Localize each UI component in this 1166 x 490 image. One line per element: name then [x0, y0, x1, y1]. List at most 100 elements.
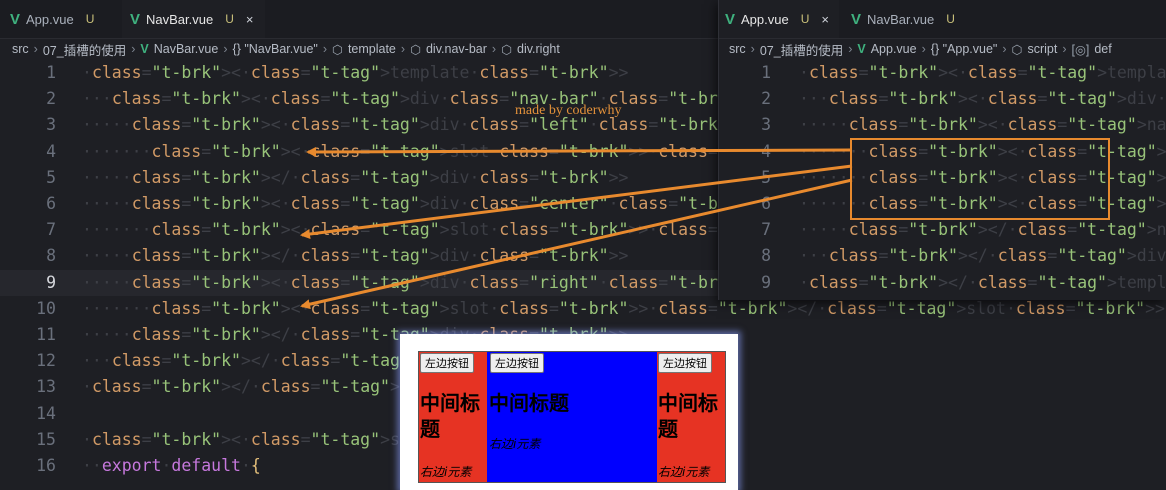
line-number: 14	[36, 403, 56, 423]
line-number: 11	[36, 325, 56, 344]
nav-right: 左边按钮 中间标题 右边i元素	[657, 352, 725, 482]
breadcrumb-item[interactable]: NavBar.vue	[154, 42, 219, 56]
browser-preview: 左边按钮 中间标题 右边i元素 左边按钮 中间标题 右边i元素 左边按钮 中间标…	[400, 334, 738, 490]
code-text: ·····class="t-brk"><·class="t-tag">nav-b…	[799, 115, 1166, 135]
breadcrumb-item[interactable]: template	[348, 42, 396, 56]
code-text: ·····class="t-brk"><·class="t-tag">div·c…	[82, 115, 748, 135]
left-button[interactable]: 左边按钮	[420, 353, 474, 373]
chevron-right-icon: ›	[223, 42, 228, 56]
code-text: ·class="t-brk"></·class="t-tag">template…	[799, 272, 1166, 292]
line-number: 6	[761, 194, 771, 213]
line-number: 10	[36, 298, 56, 318]
breadcrumb-item[interactable]: 07_插槽的使用	[43, 40, 126, 59]
chevron-right-icon: ›	[848, 42, 853, 56]
nav-center: 左边按钮 中间标题 右边i元素	[487, 352, 657, 482]
vue-logo-icon: V	[851, 10, 862, 28]
tab-label: NavBar.vue	[867, 11, 935, 27]
braces-icon: [◎]	[1071, 42, 1090, 57]
code-text: ··export·default·{	[82, 456, 261, 475]
tab-label: App.vue	[741, 11, 789, 27]
vue-logo-icon: V	[857, 42, 866, 56]
code-text: ···class="t-brk"></·class="t-tag">div·cl…	[799, 246, 1166, 266]
watermark-text: made by coderwhy	[515, 103, 622, 118]
chevron-right-icon: ›	[491, 42, 497, 56]
center-title: 中间标题	[420, 391, 480, 441]
center-title: 中间标题	[658, 391, 718, 441]
vue-logo-icon: V	[140, 42, 149, 56]
line-number: 1	[46, 63, 56, 82]
tab-navbar-vue[interactable]: V NavBar.vue U ×	[122, 0, 266, 38]
line-number: 15	[36, 429, 56, 449]
cube-icon: ⬡	[501, 42, 512, 57]
right-italic: 右边i元素	[658, 465, 710, 479]
code-line[interactable]: 8 ···class="t-brk"></·class="t-tag">div·c…	[719, 243, 1166, 269]
code-text: ·····class="t-brk"></·class="t-tag">div·…	[82, 167, 629, 187]
line-number: 8	[761, 246, 771, 266]
tab-navbar-vue[interactable]: V NavBar.vue U	[851, 0, 955, 38]
code-line[interactable]: 7 ·····class="t-brk"></·class="t-tag">nav…	[719, 217, 1166, 243]
line-number: 2	[761, 89, 771, 109]
untracked-badge: U	[225, 12, 234, 26]
code-text: ·····class="t-brk"></·class="t-tag">div·…	[82, 246, 629, 266]
breadcrumb-item[interactable]: script	[1027, 42, 1057, 56]
line-number: 5	[46, 167, 56, 187]
chevron-right-icon: ›	[1002, 42, 1007, 56]
line-number: 6	[46, 194, 56, 213]
breadcrumb-item[interactable]: App.vue	[871, 42, 917, 56]
cube-icon: ⬡	[410, 42, 421, 57]
breadcrumb-item[interactable]: def	[1094, 42, 1111, 56]
tab-bar: V App.vue U × V NavBar.vue U	[719, 0, 1166, 39]
code-line[interactable]: 9 ·class="t-brk"></·class="t-tag">templat…	[719, 270, 1166, 296]
tab-label: App.vue	[26, 11, 74, 27]
line-number: 5	[761, 167, 771, 187]
line-number: 2	[46, 89, 56, 109]
chevron-right-icon: ›	[322, 42, 328, 56]
tab-app-vue[interactable]: V App.vue U	[10, 0, 94, 38]
left-button[interactable]: 左边按钮	[490, 353, 544, 373]
code-text: ···class="t-brk"><·class="t-tag">div·cla…	[82, 89, 758, 109]
vue-logo-icon: V	[130, 10, 141, 28]
line-number: 13	[36, 377, 56, 397]
code-text: ···class="t-brk"><·class="t-tag">div·cla…	[799, 89, 1166, 109]
breadcrumb-item[interactable]: src	[729, 42, 746, 56]
breadcrumb: src › 07_插槽的使用 › V App.vue › {} "App.vue…	[719, 38, 1166, 60]
cube-icon: ⬡	[1011, 42, 1023, 57]
line-number: 7	[46, 220, 56, 240]
untracked-badge: U	[800, 12, 810, 26]
breadcrumb-item[interactable]: div.right	[517, 42, 560, 56]
right-italic: 右边i元素	[420, 465, 472, 479]
code-text: ·····class="t-brk"><·class="t-tag">div·c…	[82, 272, 758, 292]
breadcrumb-item[interactable]: 07_插槽的使用	[760, 40, 843, 59]
line-number: 1	[761, 63, 771, 82]
breadcrumb-item[interactable]: div.nav-bar	[426, 42, 487, 56]
line-number: 4	[761, 141, 771, 161]
chevron-right-icon: ›	[750, 42, 755, 56]
line-number: 3	[761, 115, 771, 135]
breadcrumb-item[interactable]: {} "App.vue"	[931, 42, 998, 56]
line-number: 7	[761, 220, 771, 240]
code-line[interactable]: 3 ·····class="t-brk"><·class="t-tag">nav-…	[719, 112, 1166, 138]
chevron-right-icon: ›	[400, 42, 406, 56]
left-button[interactable]: 左边按钮	[658, 353, 712, 373]
vue-logo-icon: V	[725, 10, 736, 28]
code-text: ·····class="t-brk"></·class="t-tag">nav-…	[799, 220, 1166, 240]
code-line[interactable]: 1 ·class="t-brk"><·class="t-tag">template…	[719, 60, 1166, 86]
line-number: 8	[46, 246, 56, 266]
chevron-right-icon: ›	[33, 42, 38, 56]
code-line[interactable]: 2 ···class="t-brk"><·class="t-tag">div·cl…	[719, 86, 1166, 112]
tab-app-vue[interactable]: V App.vue U ×	[719, 0, 839, 38]
slot-content-highlight	[850, 138, 1110, 220]
breadcrumb-item[interactable]: {} "NavBar.vue"	[233, 42, 318, 56]
code-text: ·class="t-brk"><·class="t-tag">template·…	[799, 63, 1166, 82]
cube-icon: ⬡	[332, 42, 343, 57]
right-italic: 右边i元素	[489, 437, 541, 451]
code-text: ·class="t-brk"><·class="t-tag">template·…	[82, 63, 629, 82]
breadcrumb-item[interactable]: src	[12, 42, 29, 56]
chevron-right-icon: ›	[131, 42, 136, 56]
line-number: 3	[46, 115, 56, 135]
untracked-badge: U	[946, 12, 955, 26]
close-icon[interactable]: ×	[821, 12, 829, 27]
line-number: 9	[761, 272, 771, 292]
nav-bar: 左边按钮 中间标题 右边i元素 左边按钮 中间标题 右边i元素 左边按钮 中间标…	[418, 351, 726, 483]
close-icon[interactable]: ×	[246, 12, 254, 27]
